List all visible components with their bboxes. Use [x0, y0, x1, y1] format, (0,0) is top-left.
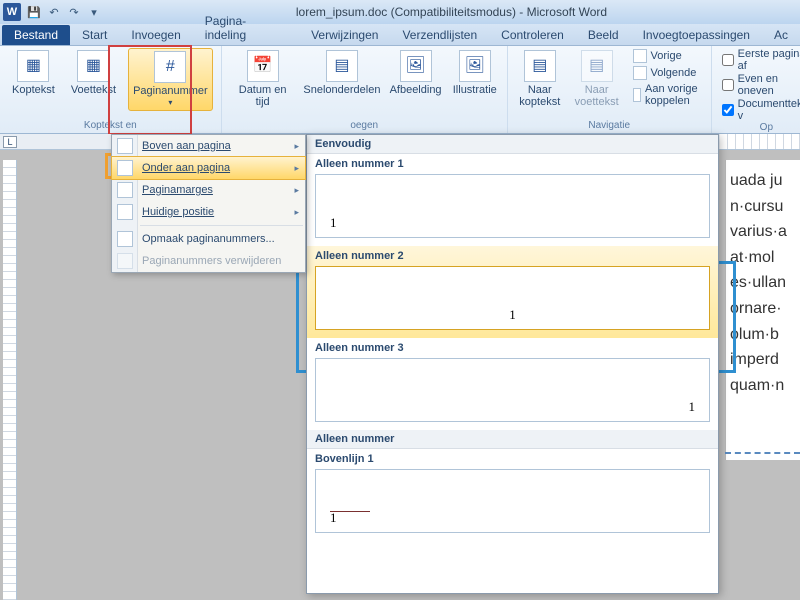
tab-start[interactable]: Start — [70, 25, 119, 45]
header-icon: ▦ — [17, 50, 49, 82]
gallery-item-bovenlijn-1[interactable]: Bovenlijn 1 1 — [307, 449, 718, 541]
afbeelding-button[interactable]: 🖼Afbeelding — [388, 48, 442, 98]
picture-icon: 🖼 — [400, 50, 432, 82]
tab-pagina-indeling[interactable]: Pagina-indeling — [193, 11, 299, 45]
menu-opmaak-paginanummers[interactable]: Opmaak paginanummers... — [112, 228, 305, 250]
chevron-right-icon: ▸ — [294, 207, 299, 218]
chk-even-oneven[interactable]: Even en oneven — [720, 73, 800, 97]
format-icon — [117, 231, 133, 247]
gallery-item-alleen-nummer-2[interactable]: Alleen nummer 2 1 — [307, 246, 718, 338]
calendar-icon: 📅 — [247, 50, 279, 82]
preview-num: 1 — [330, 510, 337, 526]
menu-verwijderen: Paginanummers verwijderen — [112, 250, 305, 272]
titlebar: W 💾 ↶ ↷ ▾ lorem_ipsum.doc (Compatibilite… — [0, 0, 800, 24]
menu-boven-aan-pagina[interactable]: Boven aan pagina▸ — [112, 135, 305, 157]
koptekst-button[interactable]: ▦Koptekst — [8, 48, 59, 98]
chevron-down-icon: ▾ — [168, 99, 172, 108]
vorige-button[interactable]: Vorige — [630, 48, 703, 64]
tab-beeld[interactable]: Beeld — [576, 25, 631, 45]
next-icon — [633, 66, 647, 80]
menu-onder-aan-pagina[interactable]: Onder aan pagina▸ — [111, 156, 306, 180]
page-margin-icon — [117, 182, 133, 198]
qat-save[interactable]: 💾 — [25, 3, 43, 21]
qat-undo[interactable]: ↶ — [45, 3, 63, 21]
remove-icon — [117, 253, 133, 269]
gallery-section-alleen-nummer: Alleen nummer — [307, 430, 718, 449]
gallery-section-eenvoudig: Eenvoudig — [307, 135, 718, 154]
preview-num: 1 — [689, 399, 696, 415]
document-text: uada jun·cursuvarius·a at·moles·ullanorn… — [725, 160, 800, 460]
footer-separator — [725, 452, 800, 454]
menu-paginamarges[interactable]: Paginamarges▸ — [112, 179, 305, 201]
ribbon: ▦Koptekst ▦Voettekst #Paginanummer▾ Kopt… — [0, 46, 800, 134]
chevron-right-icon: ▸ — [294, 185, 299, 196]
page-top-icon — [117, 138, 133, 154]
tab-invoegtoepassingen[interactable]: Invoegtoepassingen — [631, 25, 762, 45]
quick-access-toolbar: 💾 ↶ ↷ ▾ — [25, 3, 103, 21]
volgende-button[interactable]: Volgende — [630, 65, 703, 81]
group-navigatie: ▤Naar koptekst ▤Naar voettekst Vorige Vo… — [508, 46, 712, 133]
ribbon-tabs: Bestand Start Invoegen Pagina-indeling V… — [0, 24, 800, 46]
quickparts-icon: ▤ — [326, 50, 358, 82]
voettekst-button[interactable]: ▦Voettekst — [67, 48, 120, 98]
paginanummer-menu: Boven aan pagina▸ Onder aan pagina▸ Pagi… — [111, 134, 306, 273]
tab-bestand[interactable]: Bestand — [2, 25, 70, 45]
goto-footer-icon: ▤ — [581, 50, 613, 82]
clipart-icon: 🖼 — [459, 50, 491, 82]
preview-num: 1 — [330, 215, 337, 231]
naar-koptekst-button[interactable]: ▤Naar koptekst — [516, 48, 564, 110]
tab-controleren[interactable]: Controleren — [489, 25, 576, 45]
page-bottom-icon — [117, 160, 133, 176]
prev-icon — [633, 49, 647, 63]
footer-icon: ▦ — [77, 50, 109, 82]
group-label-koptekst: Koptekst en — [84, 120, 137, 133]
link-icon — [633, 88, 642, 102]
datum-button[interactable]: 📅Datum en tijd — [230, 48, 296, 110]
group-koptekst-voettekst: ▦Koptekst ▦Voettekst #Paginanummer▾ Kopt… — [0, 46, 222, 133]
qat-redo[interactable]: ↷ — [65, 3, 83, 21]
pagenum-gallery: Eenvoudig Alleen nummer 1 1 Alleen numme… — [306, 134, 719, 594]
tab-verzendlijsten[interactable]: Verzendlijsten — [390, 25, 489, 45]
group-invoegen: 📅Datum en tijd ▤Snelonderdelen 🖼Afbeeldi… — [222, 46, 508, 133]
tab-overflow[interactable]: Ac — [762, 25, 800, 45]
group-label-navigatie: Navigatie — [588, 120, 630, 133]
group-opties: Eerste pagina af Even en oneven Document… — [712, 46, 800, 133]
goto-header-icon: ▤ — [524, 50, 556, 82]
tab-selector[interactable]: L — [3, 136, 17, 148]
group-label-invoegen: oegen — [350, 120, 378, 133]
chevron-right-icon: ▸ — [294, 163, 299, 174]
tab-invoegen[interactable]: Invoegen — [119, 25, 192, 45]
naar-voettekst-button[interactable]: ▤Naar voettekst — [572, 48, 622, 110]
koppelen-button[interactable]: Aan vorige koppelen — [630, 82, 703, 108]
preview-num: 1 — [509, 307, 516, 323]
app-icon: W — [3, 3, 21, 21]
menu-huidige-positie[interactable]: Huidige positie▸ — [112, 201, 305, 223]
menu-separator — [140, 225, 303, 226]
tab-verwijzingen[interactable]: Verwijzingen — [299, 25, 390, 45]
snelonderdelen-button[interactable]: ▤Snelonderdelen — [304, 48, 381, 98]
page-pos-icon — [117, 204, 133, 220]
qat-customize-icon[interactable]: ▾ — [85, 3, 103, 21]
chk-eerste-pagina[interactable]: Eerste pagina af — [720, 48, 800, 72]
paginanummer-button[interactable]: #Paginanummer▾ — [128, 48, 213, 111]
pagenum-icon: # — [154, 51, 186, 83]
ruler-vertical[interactable] — [3, 160, 17, 600]
gallery-item-alleen-nummer-3[interactable]: Alleen nummer 3 1 — [307, 338, 718, 430]
chk-documenttekst[interactable]: Documenttekst v — [720, 98, 800, 122]
gallery-item-alleen-nummer-1[interactable]: Alleen nummer 1 1 — [307, 154, 718, 246]
chevron-right-icon: ▸ — [294, 141, 299, 152]
illustratie-button[interactable]: 🖼Illustratie — [451, 48, 499, 98]
